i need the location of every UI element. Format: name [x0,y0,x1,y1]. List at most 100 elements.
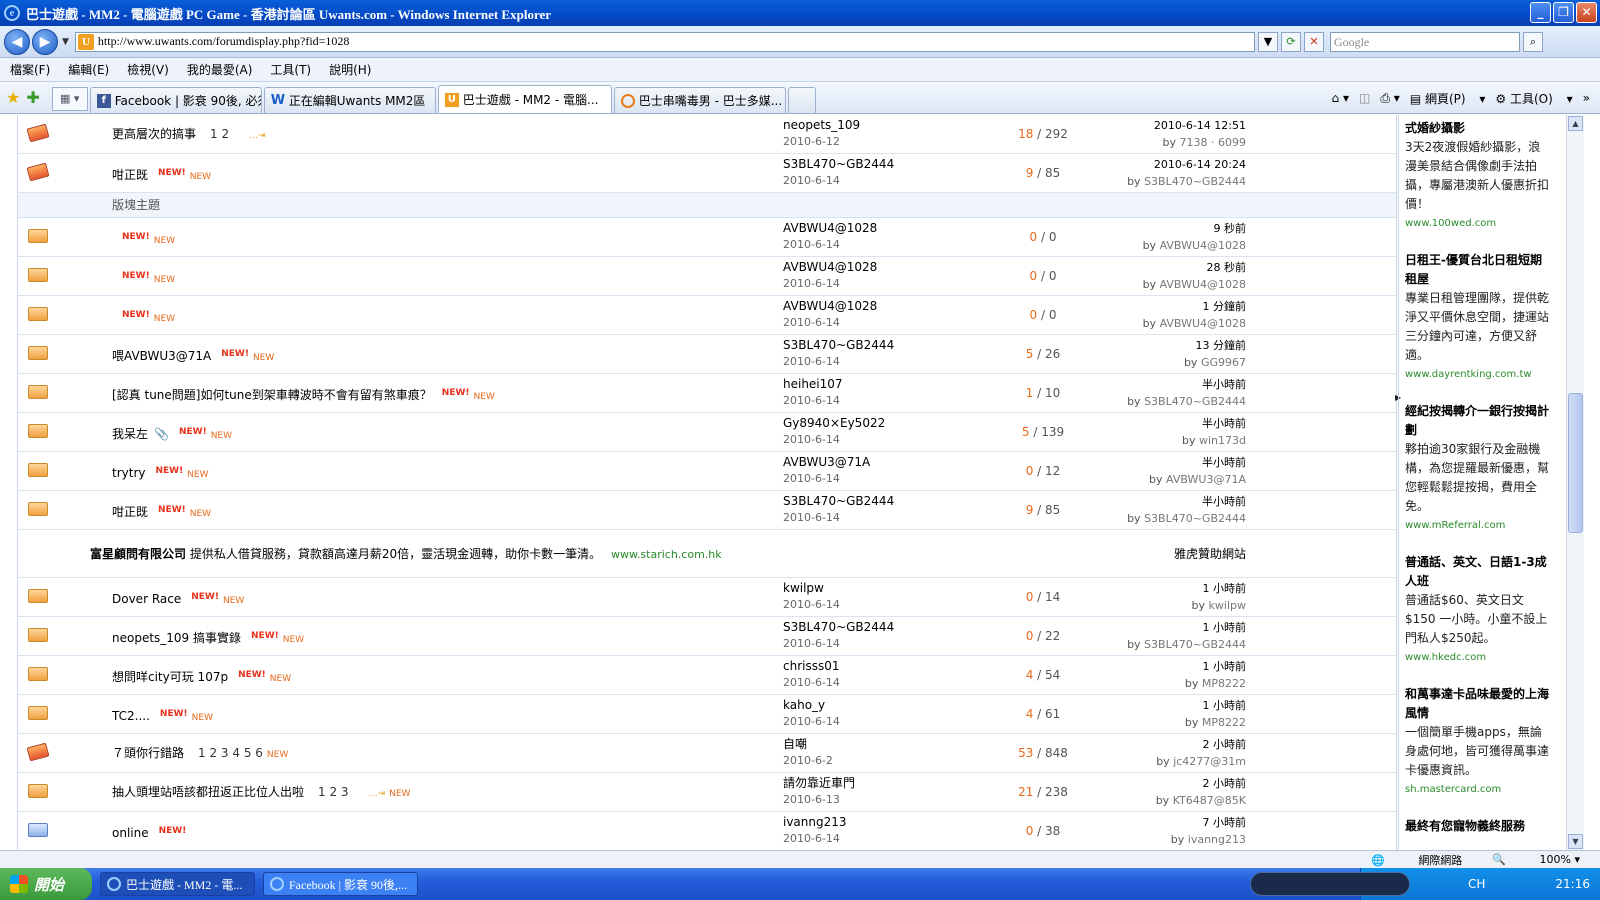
more-pages-icon[interactable]: …⇥ [369,789,386,799]
thread-title[interactable]: 想問咩city可玩 107p [112,670,228,684]
favorites-star-icon[interactable]: ★ [6,88,20,107]
page-links[interactable]: 1 2 3 [318,785,349,799]
address-dropdown-button[interactable]: ▼ [1257,31,1278,52]
last-post-author[interactable]: MP8222 [1202,716,1246,729]
chevron-right-icon[interactable]: » [1583,91,1590,105]
sidebar-ad[interactable]: 式婚紗攝影 3天2夜渡假婚紗攝影，浪漫美景結合偶像劇手法拍攝，專屬港澳新人優惠折扣… [1405,119,1552,229]
last-post-author[interactable]: S3BL470~GB2444 [1144,512,1246,525]
rss-icon[interactable]: ◫ [1359,91,1370,105]
tab-uwants-edit[interactable]: W 正在編輯Uwants MM2區 (... [263,87,436,113]
thread-title[interactable]: ７頭你行錯路 [112,746,184,760]
thread-author[interactable]: 請勿靠近車門 [783,776,855,790]
table-row[interactable]: 咁正既 NEW! NEW S3BL470~GB2444 2010-6-14 9 / 85 半… [18,491,1396,530]
menu-file[interactable]: 檔案(F) [10,61,50,78]
thread-author[interactable]: AVBWU4@1028 [783,221,877,235]
ad-heading[interactable]: 經紀按揭轉介一銀行按揭計劃 [1405,402,1552,440]
scroll-up-icon[interactable]: ▲ [1568,116,1583,131]
scroll-down-icon[interactable]: ▼ [1568,834,1583,849]
last-post-time[interactable]: 28 秒前 [1207,261,1247,274]
last-post-time[interactable]: 2010-6-14 12:51 [1154,119,1246,132]
last-post-time[interactable]: 13 分鐘前 [1196,339,1247,352]
menu-help[interactable]: 說明(H) [329,61,371,78]
thread-author[interactable]: S3BL470~GB2444 [783,338,894,352]
thread-author[interactable]: S3BL470~GB2444 [783,620,894,634]
thread-title[interactable]: neopets_109 搞事實錄 [112,631,241,645]
thread-author[interactable]: ivanng213 [783,815,847,829]
stop-button[interactable]: ✕ [1303,31,1324,52]
thread-author[interactable]: AVBWU4@1028 [783,299,877,313]
search-input[interactable]: Google [1329,31,1520,52]
more-pages-icon[interactable]: …⇥ [249,131,266,141]
page-links[interactable]: 1 2 3 4 5 6 [198,746,263,760]
last-post-author[interactable]: AVBWU4@1028 [1160,317,1246,330]
quick-tabs-button[interactable]: ▦ ▾ [51,87,88,111]
tab-bus-media[interactable]: 巴士串嘴毒男 - 巴士多媒... [613,87,786,113]
last-post-time[interactable]: 1 小時前 [1203,660,1247,673]
thread-title[interactable]: TC2.... [112,709,150,723]
last-post-author[interactable]: kwilpw [1209,599,1246,612]
add-favorite-icon[interactable]: ✚ [26,88,39,107]
ad-url[interactable]: www.hkedc.com [1405,652,1552,663]
table-row[interactable]: 我呆左 📎 NEW! NEW Gy8940×Ey5022 2010-6-14 5 / 139… [18,413,1396,452]
taskbar-item-ie-facebook[interactable]: Facebook | 影衰 90後,... [263,872,418,896]
taskbar-item-ie-bus[interactable]: 巴士遊戲 - MM2 - 電... [100,872,255,896]
vertical-scrollbar[interactable]: ▲ ▼ [1566,115,1584,850]
table-row[interactable]: neopets_109 搞事實錄 NEW! NEW S3BL470~GB2444 201… [18,617,1396,656]
ad-url[interactable]: sh.mastercard.com [1405,784,1552,795]
table-row[interactable]: NEW! NEW AVBWU4@1028 2010-6-14 0 / 09 秒前 by A… [18,218,1396,257]
forward-button[interactable]: ▶ [32,28,58,55]
table-row[interactable]: 更高層次的搞事 1 2 …⇥ neopets_109 2010-6-12 18 / 292… [18,115,1396,154]
ad-heading[interactable]: 日租王-優質台北日租短期租屋 [1405,251,1552,289]
last-post-author[interactable]: 7138 · 6099 [1180,136,1246,149]
thread-author[interactable]: AVBWU4@1028 [783,260,877,274]
thread-author[interactable]: neopets_109 [783,118,860,132]
last-post-time[interactable]: 半小時前 [1202,417,1246,430]
ad-url[interactable]: www.dayrentking.com.tw [1405,369,1552,380]
thread-author[interactable]: Gy8940×Ey5022 [783,416,885,430]
sidebar-ad[interactable]: 和萬事達卡品味最愛的上海風情 一個簡單手機apps，無論身處何地，皆可獲得萬事達卡… [1405,685,1552,795]
restore-button[interactable]: ❐ [1553,2,1574,23]
tab-bus-game[interactable]: U 巴士遊戲 - MM2 - 電腦... ✕ [437,85,612,113]
home-icon[interactable]: ⌂ ▾ [1332,91,1349,105]
sidebar-ad[interactable]: 日租王-優質台北日租短期租屋 專業日租管理團隊，提供乾淨又平價休息空間，捷運站三分… [1405,251,1552,380]
last-post-time[interactable]: 1 小時前 [1203,621,1247,634]
menu-edit[interactable]: 編輯(E) [68,61,109,78]
table-row[interactable]: NEW! NEW AVBWU4@1028 2010-6-14 0 / 01 分鐘前 by … [18,296,1396,335]
last-post-author[interactable]: ivanng213 [1188,833,1246,846]
thread-title[interactable]: [認真 tune問題]如何tune到架車轉波時不會有留有煞車痕？ [112,388,432,402]
thread-title[interactable]: trytry [112,466,145,480]
last-post-author[interactable]: S3BL470~GB2444 [1144,395,1246,408]
last-post-author[interactable]: KT6487@85K [1173,794,1246,807]
menu-tools[interactable]: 工具(T) [270,61,311,78]
last-post-time[interactable]: 1 小時前 [1203,699,1247,712]
refresh-button[interactable]: ⟳ [1280,31,1301,52]
zoom-level[interactable]: 🔍 100% ▾ [1492,853,1580,866]
thread-title[interactable]: Dover Race [112,592,181,606]
start-button[interactable]: 開始 [0,868,92,900]
thread-author[interactable]: S3BL470~GB2444 [783,494,894,508]
print-icon[interactable]: ⎙ ▾ [1380,91,1399,106]
last-post-author[interactable]: AVBWU4@1028 [1160,239,1246,252]
table-row[interactable]: 咁正既 NEW! NEW S3BL470~GB2444 2010-6-14 9 / 85 2… [18,154,1396,193]
menu-view[interactable]: 檢視(V) [127,61,169,78]
thread-author[interactable]: kaho_y [783,698,825,712]
table-row[interactable]: 想問咩city可玩 107p NEW! NEW chrisss01 2010-6-14 4… [18,656,1396,695]
last-post-author[interactable]: S3BL470~GB2444 [1144,175,1246,188]
last-post-author[interactable]: AVBWU4@1028 [1160,278,1246,291]
sponsored-ad[interactable]: 富星顧問有限公司 提供私人借貸服務，貸款額高達月薪20倍，靈活現金週轉，助你卡數… [18,530,1396,578]
last-post-author[interactable]: GG9967 [1201,356,1246,369]
thread-title[interactable]: 更高層次的搞事 [112,127,196,141]
thread-author[interactable]: chrisss01 [783,659,840,673]
close-tab-icon[interactable]: ✕ [610,93,611,107]
table-row[interactable]: NEW! NEW AVBWU4@1028 2010-6-14 0 / 0 28 秒前 by … [18,257,1396,296]
search-icon[interactable]: ⌕ [1522,31,1543,52]
ad-url[interactable]: www.mReferral.com [1405,520,1552,531]
last-post-author[interactable]: AVBWU3@71A [1166,473,1246,486]
tools-menu[interactable]: ⚙ 工具(O) ▾ [1495,90,1572,107]
sidebar-ad[interactable]: 普通話、英文、日語1-3成人班 普通話$60、英文日文$150 一小時。小童不設上… [1405,553,1552,663]
last-post-time[interactable]: 半小時前 [1202,378,1246,391]
table-row[interactable]: online NEW! ivanng213 2010-6-14 0 / 38 7 小時前 b… [18,812,1396,850]
last-post-time[interactable]: 2010-6-14 20:24 [1154,158,1246,171]
last-post-time[interactable]: 9 秒前 [1214,222,1247,235]
scroll-thumb[interactable] [1568,393,1583,533]
